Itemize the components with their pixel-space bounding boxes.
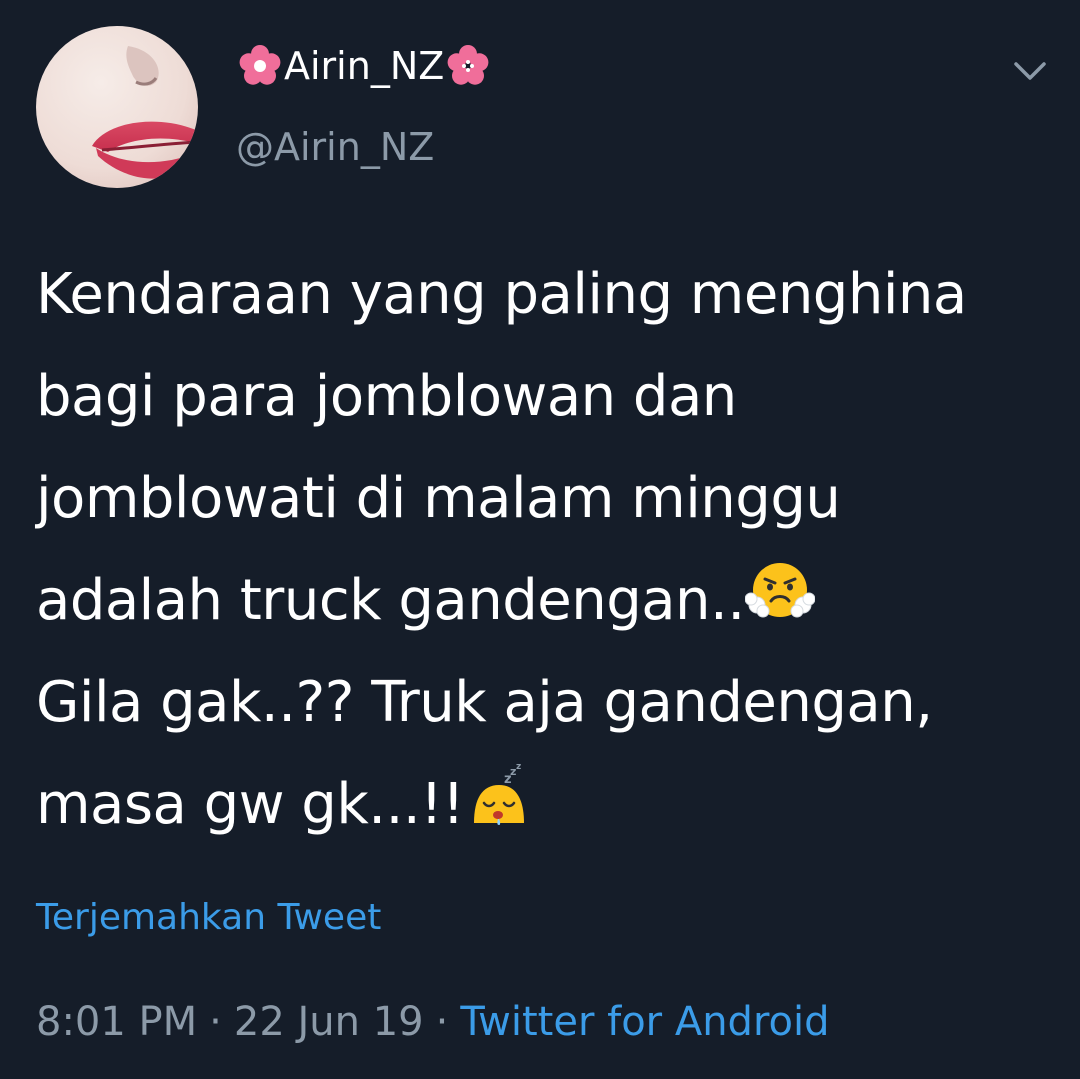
- cherry-blossom-icon: [236, 42, 284, 90]
- tweet-text: Kendaraan yang paling menghina bagi para…: [36, 244, 1046, 856]
- display-name-row[interactable]: Airin_NZ: [236, 40, 492, 92]
- svg-text:z: z: [516, 762, 521, 772]
- translate-tweet-link[interactable]: Terjemahkan Tweet: [36, 893, 381, 943]
- tweet-line: adalah truck gandengan..: [36, 568, 745, 633]
- tweet-line: bagi para jomblowan dan: [36, 364, 737, 429]
- avatar[interactable]: [36, 26, 198, 188]
- tweet-source-link[interactable]: Twitter for Android: [460, 999, 829, 1045]
- tweet-line: Kendaraan yang paling menghina: [36, 262, 967, 327]
- meta-separator: ·: [209, 999, 222, 1045]
- meta-separator: ·: [435, 999, 449, 1045]
- tweet-date: 22 Jun 19: [233, 999, 424, 1045]
- tweet-line: Gila gak..?? Truk aja gandengan,: [36, 670, 933, 735]
- cherry-blossom-icon: [444, 42, 492, 90]
- sleepy-face-icon: z z z: [464, 759, 534, 829]
- face-with-steam-icon: [744, 555, 815, 625]
- tweet-line-with-emoji: adalah truck gandengan..: [36, 550, 1046, 652]
- tweet-line-with-emoji: masa gw gk...!! z z z: [36, 754, 1046, 856]
- tweet-line: masa gw gk...!!: [36, 772, 465, 837]
- user-handle[interactable]: @Airin_NZ: [236, 122, 434, 172]
- svg-text:z: z: [504, 772, 511, 787]
- display-name: Airin_NZ: [284, 44, 445, 88]
- tweet-line: jomblowati di malam minggu: [36, 466, 841, 531]
- tweet-meta: 8:01 PM · 22 Jun 19 · Twitter for Android: [36, 994, 829, 1050]
- tweet-time: 8:01 PM: [36, 999, 198, 1045]
- chevron-down-icon[interactable]: [1008, 52, 1052, 88]
